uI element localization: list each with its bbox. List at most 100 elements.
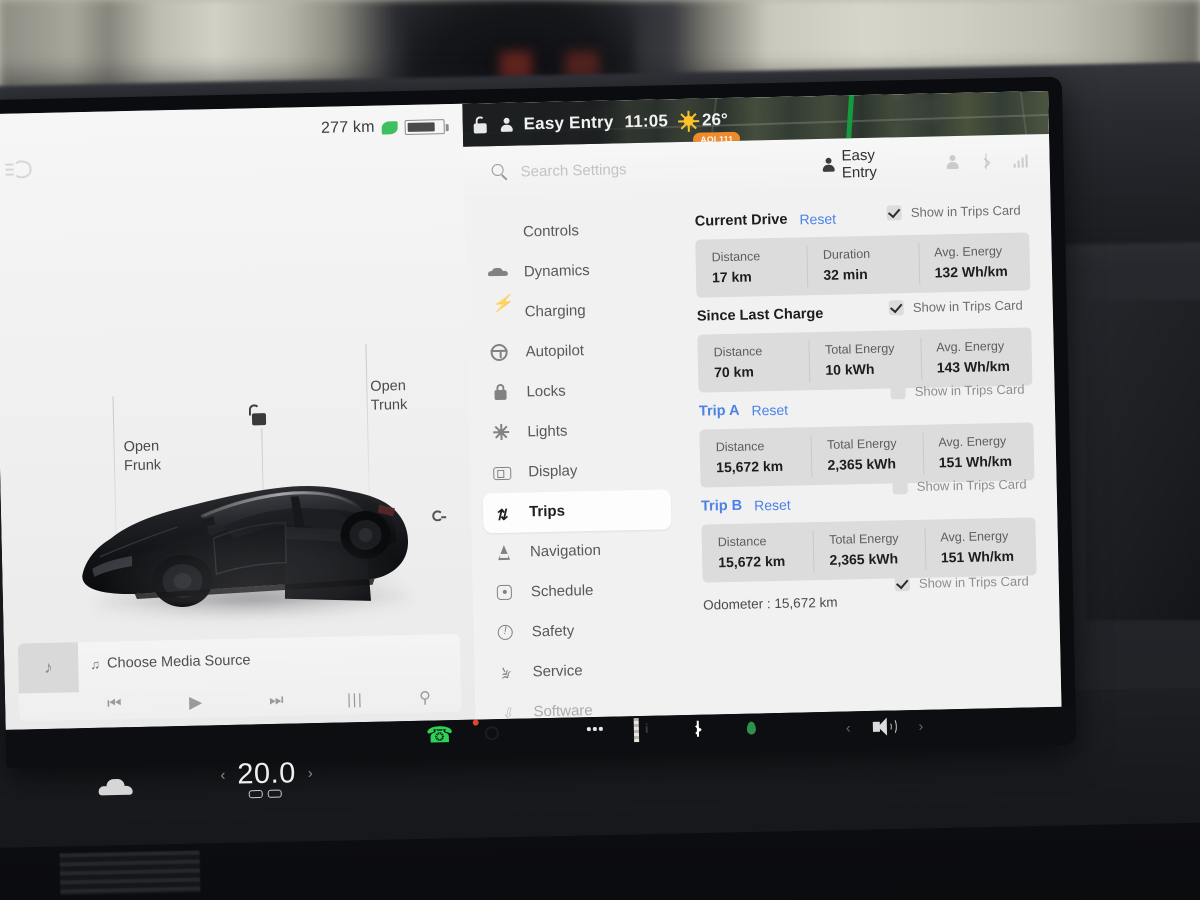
show-in-trips-card-label: Show in Trips Card	[910, 202, 1021, 220]
range-indicator[interactable]: 277 km	[321, 117, 445, 138]
weather-widget[interactable]: 26° AQI 111	[678, 110, 741, 147]
show-in-trips-card-toggle[interactable]: Show in Trips Card	[892, 476, 1027, 494]
stat-cell: Total Energy 10 kWh	[809, 329, 922, 389]
stat-cell: Avg. Energy 151 Wh/km	[924, 517, 1037, 577]
sidebar-item-label: Trips	[528, 502, 566, 521]
sidebar-item-label: Autopilot	[525, 342, 585, 361]
volume-decrease-icon[interactable]: ‹	[846, 719, 851, 735]
sidebar-item-dynamics[interactable]: Dynamics	[477, 249, 666, 293]
sidebar-item-label: Schedule	[530, 582, 594, 601]
temperature-decrease-button[interactable]: ‹	[220, 767, 225, 784]
volume-increase-icon[interactable]: ›	[918, 718, 923, 734]
trips-section-trip-b: Trip B Reset Show in Trips Card Distance…	[701, 476, 1037, 583]
choose-media-source-label: Choose Media Source	[106, 652, 251, 672]
reset-button[interactable]: Reset	[751, 401, 788, 418]
display-icon	[492, 462, 512, 482]
seat-heater-controls	[248, 789, 282, 799]
sidebar-item-trips[interactable]: ⇅ Trips	[482, 488, 672, 533]
open-frunk-label-line1: Open	[123, 438, 160, 456]
seat-heater-right-icon[interactable]	[267, 789, 282, 798]
sidebar-item-schedule[interactable]: Schedule	[484, 569, 673, 613]
stat-label: Total Energy	[824, 340, 895, 357]
sidebar-item-controls[interactable]: Controls	[477, 209, 666, 253]
signal-bars-icon[interactable]	[1013, 154, 1028, 168]
stat-value: 15,672 km	[718, 552, 786, 570]
bluetooth-icon[interactable]	[686, 716, 713, 743]
stat-row: Distance 17 km Duration 32 min Avg. Ener…	[695, 231, 1031, 298]
stat-label: Total Energy	[828, 530, 899, 547]
odometer-text: Odometer : 15,672 km	[703, 594, 838, 613]
play-icon[interactable]: ▶	[189, 693, 203, 713]
browser-icon[interactable]	[738, 715, 765, 742]
show-in-trips-card-toggle[interactable]: Show in Trips Card	[890, 381, 1025, 399]
range-value: 277 km	[320, 118, 375, 137]
sidebar-item-service[interactable]: ⚶ Service	[486, 649, 675, 693]
temperature-increase-button[interactable]: ›	[308, 765, 313, 782]
stat-label: Distance	[715, 438, 765, 454]
temperature-value[interactable]: 20.0	[237, 757, 296, 791]
stat-label: Distance	[713, 343, 763, 359]
checkbox[interactable]	[892, 478, 908, 494]
show-in-trips-card-toggle[interactable]: Show in Trips Card	[894, 573, 1029, 591]
checkbox[interactable]	[890, 383, 906, 399]
stat-label: Total Energy	[826, 435, 897, 452]
sidebar-item-label: Charging	[524, 302, 586, 321]
sidebar-item-label: Service	[532, 662, 583, 681]
reset-button[interactable]: Reset	[799, 210, 836, 227]
user-icon[interactable]	[946, 154, 959, 170]
trips-section-since-last-charge: Since Last Charge Show in Trips Card Dis…	[697, 294, 1033, 393]
seat-heater-left-icon[interactable]	[248, 789, 263, 799]
sidebar-item-autopilot[interactable]: Autopilot	[479, 329, 668, 373]
sidebar-item-safety[interactable]: Safety	[485, 609, 674, 653]
unlock-icon[interactable]	[247, 404, 267, 426]
search-input[interactable]	[520, 157, 799, 181]
media-player-icon[interactable]	[530, 720, 557, 747]
camera-icon[interactable]	[472, 719, 505, 748]
checkbox[interactable]	[894, 575, 911, 591]
stat-value: 70 km	[713, 362, 754, 380]
sidebar-item-display[interactable]: Display	[482, 449, 671, 493]
stat-cell: Avg. Energy 143 Wh/km	[920, 327, 1033, 387]
car-icon	[487, 262, 508, 282]
header-status-icons	[946, 153, 1028, 171]
section-header: Trip B Reset Show in Trips Card	[701, 476, 1036, 521]
stat-value: 17 km	[711, 268, 752, 285]
checkbox[interactable]	[886, 204, 902, 221]
headlight-icon[interactable]	[5, 159, 37, 180]
speaker-icon[interactable]	[872, 716, 897, 737]
battery-icon	[404, 118, 445, 135]
profile-name: Easy Entry	[841, 146, 878, 182]
equalizer-icon[interactable]: |||	[347, 691, 364, 708]
section-title[interactable]: Trip B	[701, 497, 742, 514]
media-player-bar[interactable]: ♪ ♫ Choose Media Source ⏮ ▶ ⏭ ||| ⚲	[17, 633, 462, 722]
choose-media-source-button[interactable]: ♫ Choose Media Source	[90, 652, 251, 671]
driver-profile-name[interactable]: Easy Entry	[523, 112, 613, 134]
search-icon[interactable]	[491, 163, 509, 181]
skip-next-icon[interactable]: ⏭	[269, 692, 284, 710]
profile-button[interactable]: Easy Entry	[821, 146, 908, 182]
stat-value: 32 min	[823, 265, 868, 283]
sidebar-item-charging[interactable]: Charging	[478, 289, 667, 333]
car-icon[interactable]	[98, 778, 133, 800]
unlock-icon[interactable]	[472, 116, 488, 134]
person-icon[interactable]	[499, 116, 513, 133]
sidebar-item-lights[interactable]: Lights	[481, 409, 670, 453]
navigation-arrow-icon	[494, 542, 514, 562]
skip-previous-icon[interactable]: ⏮	[107, 695, 122, 713]
open-trunk-button[interactable]: Open Trunk	[370, 377, 407, 416]
phone-icon[interactable]: ☎	[426, 722, 454, 749]
checkbox[interactable]	[888, 299, 905, 316]
section-title[interactable]: Trip A	[699, 402, 740, 419]
sidebar-item-locks[interactable]: Locks	[480, 369, 669, 413]
more-dots-icon[interactable]	[582, 719, 609, 746]
reset-button[interactable]: Reset	[754, 496, 791, 513]
show-in-trips-card-toggle[interactable]: Show in Trips Card	[886, 202, 1021, 221]
stat-cell: Total Energy 2,365 kWh	[811, 424, 924, 484]
climate-bar: ‹ 20.0 ›	[70, 751, 491, 820]
show-in-trips-card-toggle[interactable]: Show in Trips Card	[888, 297, 1023, 316]
trips-content: Current Drive Reset Show in Trips Card D…	[676, 186, 1061, 715]
media-search-icon[interactable]: ⚲	[419, 688, 431, 708]
bluetooth-icon[interactable]	[980, 153, 991, 170]
notes-icon[interactable]	[634, 718, 661, 745]
sidebar-item-navigation[interactable]: Navigation	[484, 529, 673, 573]
